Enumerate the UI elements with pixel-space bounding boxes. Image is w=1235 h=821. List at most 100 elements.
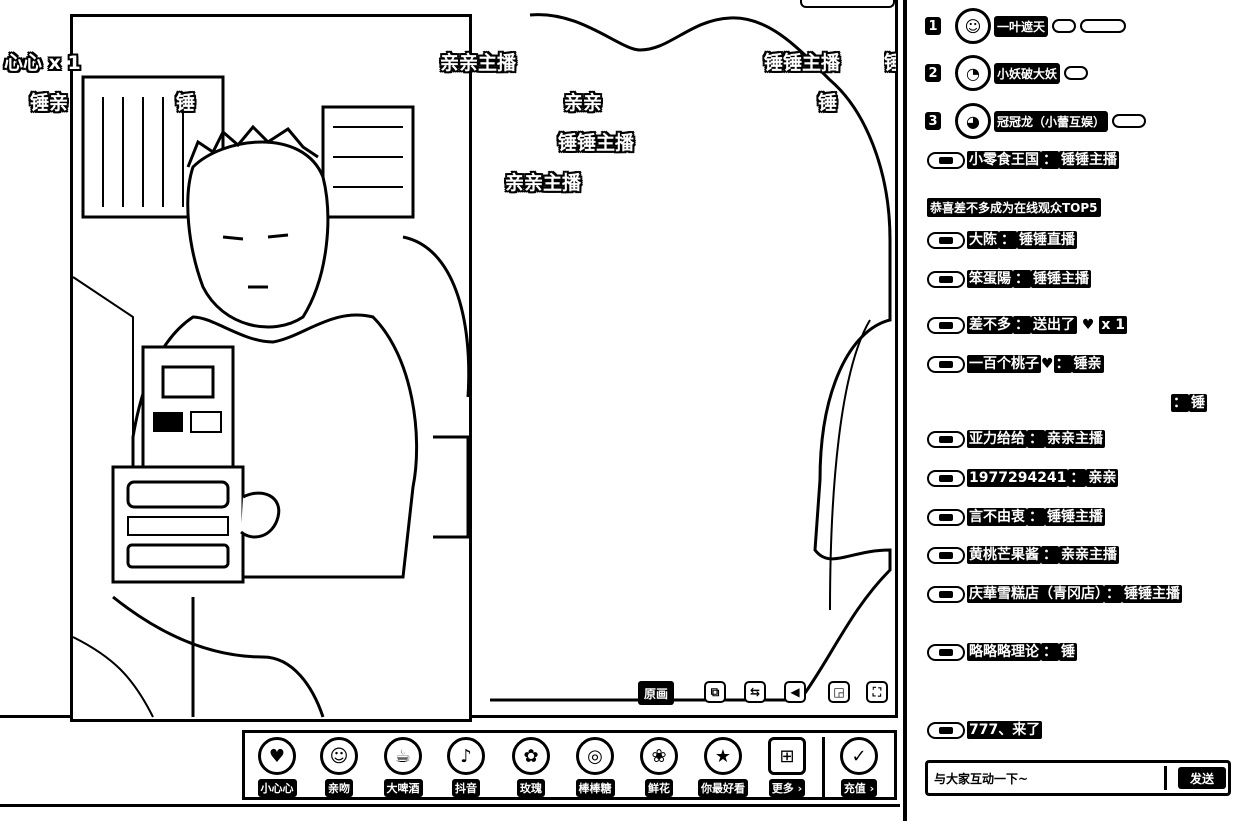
mirror-icon[interactable]: ⇆ (744, 681, 766, 703)
gift-item-you-look-best[interactable]: ★ 你最好看 (693, 737, 753, 799)
danmu-comment: 锤锤主播 (558, 132, 635, 154)
gift-item-rose[interactable]: ✿ 玫瑰 (501, 737, 561, 799)
gift-item-lollipop[interactable]: ◎ 棒棒糖 (565, 737, 625, 799)
chat-username[interactable]: 言不由衷 (967, 508, 1027, 526)
chat-message: 差不多：送出了 ♥ x 1 (927, 315, 1227, 335)
chat-message: 略略略理论：锤 (927, 642, 1227, 662)
chat-message: 黄桃芒果酱：亲亲主播 (927, 545, 1227, 565)
chat-separator: ： (1041, 643, 1059, 661)
gift-label: 大啤酒 (383, 779, 423, 797)
volume-icon[interactable]: ◀ (784, 681, 806, 703)
live-stage: 心心 x 1 锤亲 锤 亲亲主播 锤锤主播 亲亲 锤锤主播 亲亲主播 锤锤主播 … (0, 0, 900, 821)
recharge-label: 充值 › (840, 779, 878, 797)
chat-text: 锤锤主播 (1059, 151, 1119, 169)
chat-username[interactable]: 亚力给给 (967, 430, 1027, 448)
chat-separator: ： (1041, 151, 1059, 169)
chat-username[interactable]: 笨蛋陽 (967, 270, 1013, 288)
gift-item-douyin[interactable]: ♪ 抖音 (436, 737, 496, 799)
fullscreen-icon[interactable]: ⛶ (866, 681, 888, 703)
more-gifts-icon: ⊞ (768, 737, 806, 775)
chat-message: 庆華雪糕店（青冈店）：锤锤主播 (927, 584, 1227, 604)
ranking-name: 冠冠龙（小蕾互娱） (994, 110, 1109, 132)
ranking-item[interactable]: 3 ◕ 冠冠龙（小蕾互娱） (925, 101, 1147, 141)
user-level-badge-icon (927, 270, 965, 288)
danmu-comment: 锤锤主播 (884, 52, 896, 74)
danmu-comment: 亲亲主播 (440, 52, 517, 74)
rose-gift-icon: ✿ (512, 737, 550, 775)
gift-label: 小心心 (257, 779, 297, 797)
gift-bar-divider (822, 737, 825, 797)
live-video[interactable] (70, 14, 472, 722)
chat-username[interactable]: 一百个桃子 (967, 355, 1041, 373)
chat-separator: ： (1068, 469, 1087, 487)
entrance-text: 777、来了 (967, 721, 1043, 739)
avatar: ☺ (955, 8, 991, 44)
rank-number: 2 (925, 64, 941, 82)
gift-label: 你最好看 (698, 779, 748, 797)
gift-label: 亲吻 (325, 779, 353, 797)
ranking-item[interactable]: 1 ☺ 一叶遮天 (925, 6, 1127, 46)
fullscreen-window-icon[interactable]: ◲ (828, 681, 850, 703)
entrance-message: 777、来了 (927, 720, 1227, 740)
chat-message: 亚力给给：亲亲主播 (927, 429, 1227, 449)
gift-item-beer[interactable]: ☕ 大啤酒 (373, 737, 433, 799)
user-level-badge-icon (927, 430, 965, 448)
level-badge-icon (1080, 19, 1127, 33)
ranking-name: 一叶遮天 (994, 15, 1049, 37)
quality-original-button[interactable]: 原画 (638, 681, 674, 705)
send-button[interactable]: 发送 (1178, 767, 1226, 789)
chat-text: 亲亲 (1086, 469, 1119, 487)
chat-username[interactable]: 略略略理论 (967, 643, 1041, 661)
chat-message: ：锤 (927, 393, 1207, 413)
input-divider (1164, 766, 1167, 790)
user-level-badge-icon (927, 469, 965, 487)
chat-text: 锤亲 (1071, 355, 1104, 373)
chat-username[interactable]: 小零食王国 (967, 151, 1041, 169)
user-level-badge-icon (927, 231, 965, 249)
top-tab-edge (800, 0, 895, 8)
chat-message: 大陈：锤锤直播 (927, 230, 1227, 250)
ranking-item[interactable]: 2 ◔ 小妖破大妖 (925, 53, 1089, 93)
gift-label: 棒棒糖 (575, 779, 615, 797)
chat-input[interactable] (932, 767, 1162, 791)
chat-panel: 1 ☺ 一叶遮天 2 ◔ 小妖破大妖 3 ◕ 冠冠龙（小蕾互娱） 小零食王国：锤… (903, 0, 1235, 821)
background-outline (490, 13, 892, 702)
chat-text: 锤锤主播 (1031, 270, 1091, 288)
gift-item-kiss[interactable]: ☺ 亲吻 (309, 737, 369, 799)
chat-username[interactable]: 庆華雪糕店（青冈店） (967, 585, 1104, 603)
rank-number: 3 (925, 112, 941, 130)
chat-text: 锤锤主播 (1122, 585, 1182, 603)
danmu-comment: 锤锤主播 (764, 52, 841, 74)
heart-gift-icon: ♥ (258, 737, 296, 775)
chat-username[interactable]: 1977294241 (967, 469, 1069, 487)
heart-icon: ♥ (1041, 356, 1054, 372)
chat-text: 亲亲主播 (1045, 430, 1105, 448)
gift-bar: ♥ 小心心 ☺ 亲吻 ☕ 大啤酒 ♪ 抖音 ✿ 玫瑰 ◎ 棒棒糖 ❀ 鲜花 ★ (242, 730, 897, 800)
ranking-name: 小妖破大妖 (994, 62, 1061, 84)
rank-number: 1 (925, 17, 941, 35)
chat-text: 锤锤直播 (1017, 231, 1077, 249)
chat-separator: ： (1041, 546, 1059, 564)
chat-text: 锤 (1189, 394, 1207, 412)
douyin-gift-icon: ♪ (447, 737, 485, 775)
chat-username[interactable]: 大陈 (967, 231, 999, 249)
gift-item-flower[interactable]: ❀ 鲜花 (629, 737, 689, 799)
chat-separator: ： (1171, 394, 1189, 412)
danmu-comment: 亲亲主播 (505, 172, 582, 194)
chat-message: 笨蛋陽：锤锤主播 (927, 269, 1227, 289)
user-level-badge-icon (927, 151, 965, 169)
chat-separator: ： (1013, 316, 1031, 334)
level-badge-icon (1112, 114, 1147, 128)
picture-in-picture-icon[interactable]: ⧉ (704, 681, 726, 703)
chat-separator: ： (1027, 430, 1045, 448)
recharge-button[interactable]: ✓ 充值 › (829, 737, 889, 799)
top-viewer-notice: 恭喜差不多成为在线观众TOP5 (927, 198, 1101, 217)
gift-item-heart[interactable]: ♥ 小心心 (247, 737, 307, 799)
chat-username[interactable]: 差不多 (967, 316, 1013, 334)
avatar: ◕ (955, 103, 991, 139)
chat-text: 锤锤主播 (1045, 508, 1105, 526)
chat-username[interactable]: 黄桃芒果酱 (967, 546, 1041, 564)
chat-text: 亲亲主播 (1059, 546, 1119, 564)
streamer-video-frame (73, 17, 469, 719)
gift-item-more[interactable]: ⊞ 更多 › (757, 737, 817, 799)
